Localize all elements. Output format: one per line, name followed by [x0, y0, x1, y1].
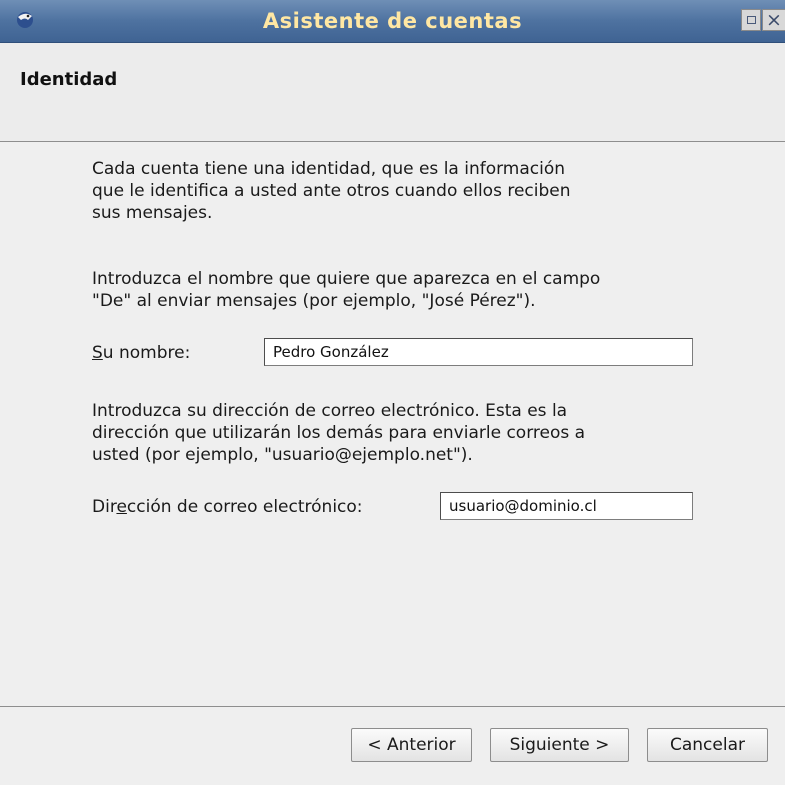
email-input[interactable] — [440, 492, 693, 520]
name-label: Su nombre: — [92, 343, 191, 363]
close-icon[interactable]: × — [762, 9, 785, 31]
back-button[interactable]: < Anterior — [351, 728, 472, 762]
window-title: Asistente de cuentas — [262, 9, 523, 33]
title-bar[interactable]: Asistente de cuentas × — [0, 0, 785, 43]
intro-text: Cada cuenta tiene una identidad, que es … — [92, 159, 571, 223]
email-label: Dirección de correo electrónico: — [92, 497, 363, 517]
header-divider — [0, 141, 785, 142]
next-button[interactable]: Siguiente > — [490, 728, 629, 762]
page-title: Identidad — [20, 69, 118, 90]
name-input[interactable] — [264, 338, 693, 366]
page-header: Identidad — [0, 43, 785, 141]
footer-divider — [0, 706, 785, 707]
name-instructions: Introduzca el nombre que quiere que apar… — [92, 269, 601, 311]
email-instructions: Introduzca su dirección de correo electr… — [92, 401, 586, 465]
cancel-button[interactable]: Cancelar — [647, 728, 768, 762]
maximize-icon[interactable] — [741, 9, 761, 31]
